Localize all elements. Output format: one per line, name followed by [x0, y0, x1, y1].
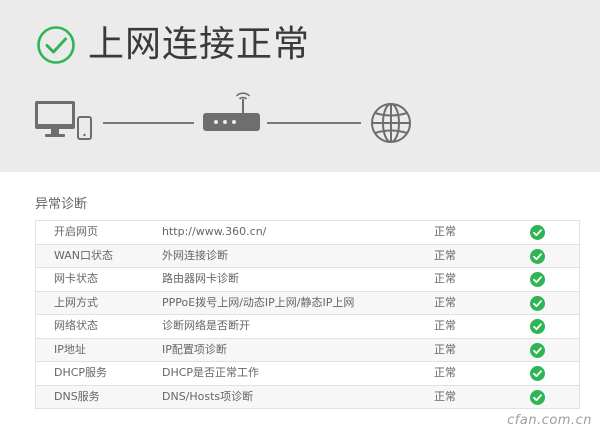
phone-icon	[77, 116, 92, 140]
table-row: DHCP服务 DHCP是否正常工作 正常	[36, 362, 579, 386]
watermark: cfan.com.cn	[507, 413, 592, 428]
check-item-name: 开启网页	[54, 225, 98, 238]
table-row: 网络状态 诊断网络是否断开 正常	[36, 315, 579, 339]
table-row: WAN口状态 外网连接诊断 正常	[36, 244, 579, 268]
check-item-status: 正常	[434, 295, 456, 309]
globe-icon	[371, 103, 411, 143]
computer-icon	[35, 101, 75, 137]
table-row: IP地址 IP配置项诊断 正常	[36, 338, 579, 362]
ok-check-icon	[530, 248, 545, 264]
check-item-name: 上网方式	[54, 295, 98, 309]
check-circle-icon	[37, 26, 75, 64]
ok-check-icon	[530, 225, 545, 240]
check-item-desc: 外网连接诊断	[162, 248, 228, 262]
check-item-desc: 路由器网卡诊断	[162, 272, 239, 285]
check-item-desc: PPPoE拨号上网/动态IP上网/静态IP上网	[162, 295, 355, 309]
table-row: 网卡状态 路由器网卡诊断 正常	[36, 268, 579, 292]
table-row: 上网方式 PPPoE拨号上网/动态IP上网/静态IP上网 正常	[36, 291, 579, 315]
check-item-status: 正常	[434, 342, 456, 356]
check-item-name: DHCP服务	[54, 366, 108, 379]
check-item-name: 网络状态	[54, 319, 98, 332]
check-item-desc: 诊断网络是否断开	[162, 319, 250, 332]
connection-status-title: 上网连接正常	[88, 24, 311, 65]
check-item-status: 正常	[434, 389, 456, 403]
check-item-status: 正常	[434, 272, 456, 285]
check-item-desc: DHCP是否正常工作	[162, 366, 260, 379]
ok-check-icon	[530, 389, 545, 405]
check-item-name: WAN口状态	[54, 248, 114, 262]
check-item-name: 网卡状态	[54, 272, 98, 285]
network-topology	[35, 92, 411, 143]
ok-check-icon	[530, 272, 545, 287]
check-item-desc: DNS/Hosts项诊断	[162, 389, 254, 403]
diagnostics-table: 开启网页 http://www.360.cn/ 正常 WAN口状态 外网连接诊断…	[35, 220, 580, 409]
check-item-name: IP地址	[54, 342, 86, 356]
check-item-name: DNS服务	[54, 389, 100, 403]
check-item-status: 正常	[434, 248, 456, 262]
table-row: DNS服务 DNS/Hosts项诊断 正常	[36, 385, 579, 409]
ok-check-icon	[530, 366, 545, 381]
ok-check-icon	[530, 342, 545, 358]
table-row: 开启网页 http://www.360.cn/ 正常	[36, 221, 579, 245]
check-item-status: 正常	[434, 366, 456, 379]
ok-check-icon	[530, 295, 545, 311]
router-icon	[203, 92, 260, 131]
ok-check-icon	[530, 319, 545, 334]
status-banner: 上网连接正常	[0, 0, 600, 172]
check-item-desc: http://www.360.cn/	[162, 225, 267, 238]
check-item-desc: IP配置项诊断	[162, 342, 227, 356]
section-title: 异常诊断	[35, 197, 88, 212]
check-item-status: 正常	[434, 319, 456, 332]
check-item-status: 正常	[434, 225, 456, 238]
